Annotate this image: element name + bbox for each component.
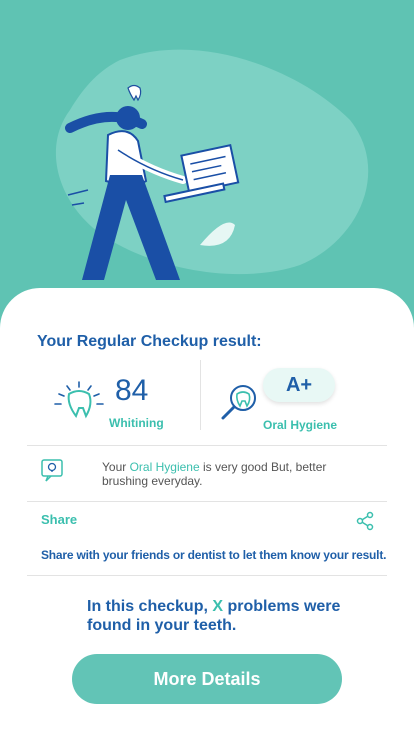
whitening-stat: 84 Whitining (49, 372, 199, 432)
woman-laptop-illustration (55, 49, 369, 280)
sparkling-tooth-icon (54, 381, 104, 419)
divider (27, 501, 387, 502)
summary-suffix: problems were (223, 598, 341, 615)
divider (27, 445, 387, 446)
tip-prefix: Your (102, 460, 130, 474)
hero-illustration (0, 0, 414, 300)
more-details-button[interactable]: More Details (72, 654, 342, 704)
stats-divider (200, 360, 201, 430)
share-icon[interactable] (355, 511, 375, 531)
summary-line2: found in your teeth. (87, 617, 237, 634)
oral-hygiene-grade: A+ (263, 368, 335, 402)
share-label[interactable]: Share (41, 512, 77, 527)
stats-row: 84 Whitining A+ Oral Hygiene (27, 358, 387, 446)
problem-count: X (212, 598, 224, 615)
result-card: Your Regular Checkup result: 84 Whitinin… (0, 288, 414, 736)
share-description: Share with your friends or dentist to le… (41, 548, 387, 562)
lightbulb-icon (41, 459, 63, 482)
result-title: Your Regular Checkup result: (37, 333, 262, 350)
tip-text: Your Oral Hygiene is very good But, bett… (102, 460, 362, 488)
whitening-score: 84 (115, 374, 149, 407)
checkup-summary: In this checkup, X problems were found in… (87, 597, 347, 635)
magnifier-tooth-icon (221, 385, 256, 420)
oral-hygiene-label: Oral Hygiene (263, 418, 338, 432)
whitening-label: Whitining (109, 416, 164, 430)
divider (27, 575, 387, 576)
oral-hygiene-stat: A+ Oral Hygiene (219, 366, 389, 436)
summary-prefix: In this checkup, (87, 598, 213, 615)
tip-highlight: Oral Hygiene (129, 460, 200, 474)
